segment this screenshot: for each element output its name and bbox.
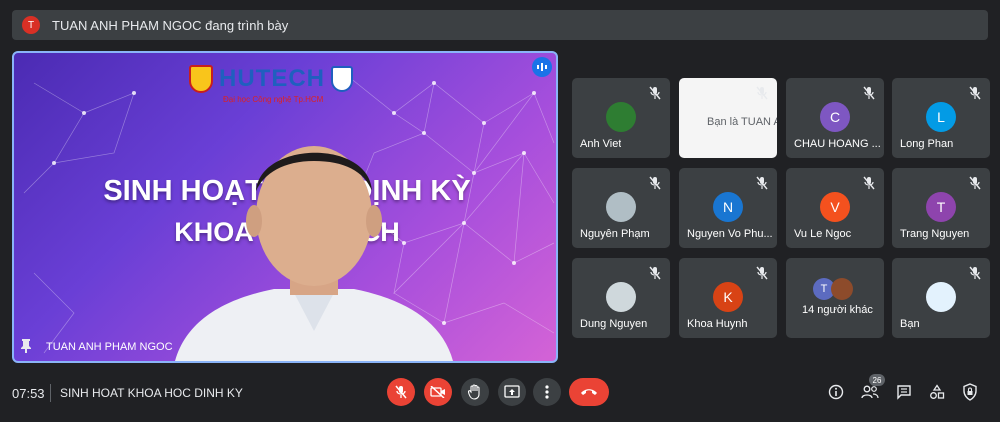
presenter-video [175, 146, 453, 361]
participant-tile[interactable]: N Nguyen Vo Phu... [679, 168, 777, 248]
present-icon [504, 385, 520, 398]
shield-lock-icon [963, 383, 977, 401]
participant-avatar [831, 278, 853, 300]
mic-off-icon [968, 86, 982, 100]
mic-off-icon [862, 176, 876, 190]
people-count-badge: 26 [869, 374, 885, 386]
mic-off-icon [648, 86, 662, 100]
mic-off-icon [648, 266, 662, 280]
leave-call-button[interactable] [569, 378, 609, 406]
participant-name: Vu Le Ngoc [794, 228, 852, 240]
participant-avatar [926, 282, 956, 312]
info-icon [828, 384, 844, 400]
mic-off-icon [395, 385, 407, 399]
participant-tile[interactable]: K Khoa Huynh [679, 258, 777, 338]
logo-shield [189, 65, 213, 93]
presenter-avatar: T [22, 16, 40, 34]
logo-emblem [331, 66, 353, 92]
hand-icon [468, 384, 480, 400]
participant-tile[interactable]: C CHAU HOANG ... [786, 78, 884, 158]
participant-avatar [606, 282, 636, 312]
activities-icon [930, 384, 945, 399]
participant-avatar: N [713, 192, 743, 222]
host-controls-button[interactable] [960, 382, 980, 402]
participant-tile[interactable]: Bạn là TUAN A... [679, 78, 777, 158]
participant-name: Nguyen Vo Phu... [687, 228, 773, 240]
mic-off-icon [755, 86, 769, 100]
participant-name: Khoa Huynh [687, 318, 748, 330]
mic-off-icon [968, 176, 982, 190]
separator [50, 384, 51, 402]
raise-hand-button[interactable] [461, 378, 489, 406]
participant-name: 14 người khác [802, 304, 873, 316]
participant-tile[interactable]: Anh Viet [572, 78, 670, 158]
participant-tile[interactable]: Dung Nguyen [572, 258, 670, 338]
participant-tile[interactable]: T 14 người khác [786, 258, 884, 338]
participant-name: Anh Viet [580, 138, 622, 150]
presenting-text: TUAN ANH PHAM NGOC đang trình bày [52, 17, 289, 33]
participant-tile[interactable]: L Long Phan [892, 78, 990, 158]
mic-off-icon [862, 86, 876, 100]
presenter-name: TUAN ANH PHAM NGOC [46, 341, 173, 353]
participant-avatar: V [820, 192, 850, 222]
meeting-title: SINH HOAT KHOA HOC DINH KY [60, 386, 243, 400]
participant-name: Long Phan [900, 138, 954, 150]
participant-avatar: C [820, 102, 850, 132]
presenting-banner: T TUAN ANH PHAM NGOC đang trình bày [12, 10, 988, 40]
chat-button[interactable] [894, 382, 914, 402]
participant-avatar: K [713, 282, 743, 312]
participant-tile[interactable]: Nguyên Phạm [572, 168, 670, 248]
speaking-indicator-icon [532, 57, 552, 77]
pin-icon[interactable] [20, 339, 32, 353]
camera-off-icon [430, 386, 445, 398]
camera-off-button[interactable] [424, 378, 452, 406]
mic-off-icon [968, 266, 982, 280]
participant-avatar [606, 192, 636, 222]
hang-up-icon [581, 389, 597, 395]
participant-name: Bạn [900, 318, 920, 330]
participant-tile[interactable]: V Vu Le Ngoc [786, 168, 884, 248]
participant-name: Bạn là TUAN A... [707, 116, 777, 128]
participant-name: Trang Nguyen [900, 228, 970, 240]
activities-button[interactable] [927, 382, 947, 402]
participant-avatar [606, 102, 636, 132]
presentation-tile[interactable]: HUTECH Đại học Công nghệ Tp.HCM SINH HOẠ… [12, 51, 558, 363]
people-icon [861, 385, 879, 399]
mic-off-icon [755, 266, 769, 280]
participant-name: CHAU HOANG ... [794, 138, 881, 150]
more-vert-icon [545, 385, 549, 399]
mic-off-icon [648, 176, 662, 190]
logo-subtitle: Đại học Công nghệ Tp.HCM [223, 95, 324, 104]
present-screen-button[interactable] [498, 378, 526, 406]
logo-word: HUTECH [219, 65, 325, 92]
participant-name: Nguyên Phạm [580, 228, 650, 240]
meeting-info-button[interactable] [826, 382, 846, 402]
participant-tile[interactable]: T Trang Nguyen [892, 168, 990, 248]
chat-icon [897, 385, 911, 400]
participant-name: Dung Nguyen [580, 318, 648, 330]
participant-tile[interactable]: Bạn [892, 258, 990, 338]
hutech-logo: HUTECH Đại học Công nghệ Tp.HCM [189, 65, 353, 104]
participant-avatar: L [926, 102, 956, 132]
bottom-bar: 07:53 SINH HOAT KHOA HOC DINH KY [0, 372, 1000, 416]
mic-off-button[interactable] [387, 378, 415, 406]
meeting-time: 07:53 [12, 386, 45, 401]
more-options-button[interactable] [533, 378, 561, 406]
mic-off-icon [755, 176, 769, 190]
participant-avatar: T [926, 192, 956, 222]
